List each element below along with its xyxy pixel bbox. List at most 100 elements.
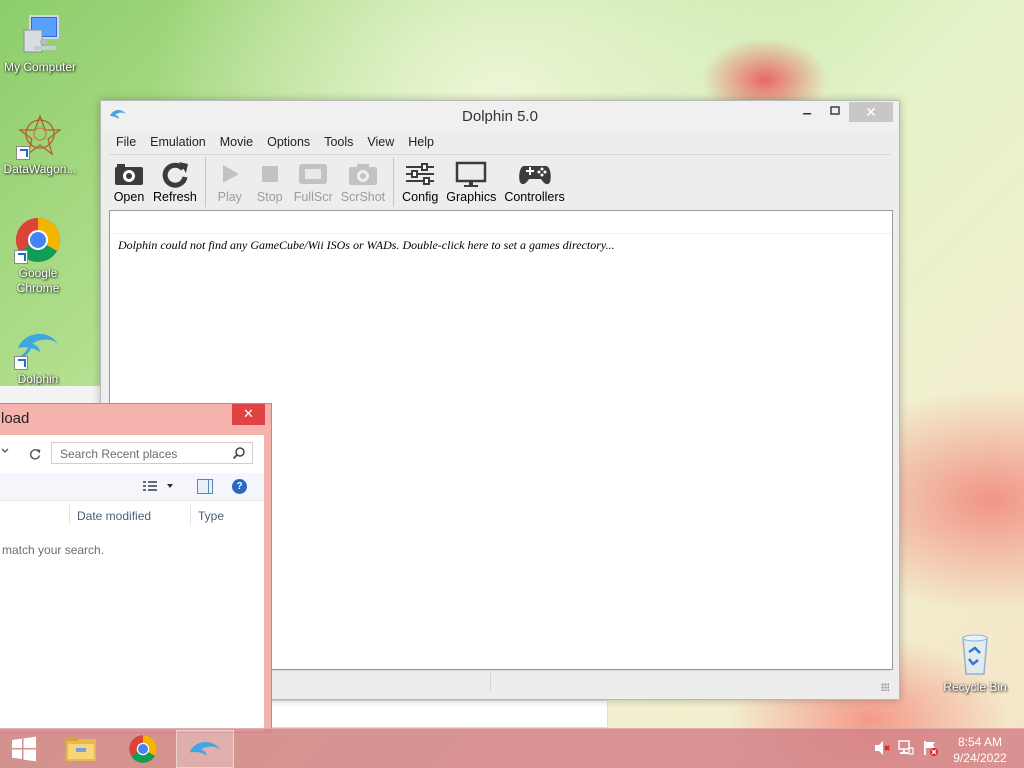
desktop-icon-label: Dolphin (17, 372, 59, 386)
column-header-date-modified[interactable]: Date modified (77, 509, 151, 523)
dialog-close-button[interactable]: ✕ (232, 404, 265, 425)
chrome-icon (14, 216, 62, 264)
config-label: Config (402, 190, 439, 204)
play-button[interactable]: Play (210, 155, 250, 209)
dolphin-icon (189, 742, 221, 756)
graphics-label: Graphics (446, 190, 497, 204)
address-bar-controls (0, 439, 41, 467)
desktop-icon-dolphin[interactable]: Dolphin (0, 322, 78, 387)
toolbar-separator (204, 157, 206, 207)
taskbar-file-explorer[interactable] (52, 730, 110, 768)
close-button[interactable]: ✕ (849, 102, 893, 122)
toolbar: Open Refresh Play Stop FullScr ScrShot C… (109, 154, 891, 210)
refresh-icon (162, 162, 188, 188)
column-divider[interactable] (69, 505, 70, 525)
column-header-type[interactable]: Type (198, 509, 224, 523)
empty-search-message: ns match your search. (0, 543, 105, 557)
refresh-button[interactable]: Refresh (149, 155, 201, 209)
menu-tools[interactable]: Tools (317, 135, 360, 149)
taskbar-google-chrome[interactable] (114, 730, 172, 768)
window-title: Dolphin 5.0 (462, 108, 538, 125)
menu-view[interactable]: View (360, 135, 401, 149)
fullscreen-icon (299, 164, 328, 184)
stop-button[interactable]: Stop (250, 155, 290, 209)
shortcut-arrow-icon (14, 356, 28, 370)
fullscreen-label: FullScr (293, 190, 333, 204)
shortcut-arrow-icon (16, 146, 30, 160)
background-window-edge (270, 700, 608, 728)
screenshot-icon (348, 164, 377, 185)
play-label: Play (217, 190, 242, 204)
chevron-down-icon[interactable] (1, 447, 9, 455)
fullscreen-button[interactable]: FullScr (290, 155, 337, 209)
help-icon[interactable]: ? (232, 479, 247, 494)
config-button[interactable]: Config (398, 155, 442, 209)
stop-icon (261, 166, 278, 182)
desktop-icon-recycle-bin[interactable]: Recycle Bin (935, 630, 1015, 695)
desktop-icon-my-computer[interactable]: My Computer (0, 10, 80, 75)
command-bar: ? (0, 473, 264, 501)
view-options-icon[interactable] (143, 480, 175, 492)
shortcut-arrow-icon (14, 250, 28, 264)
desktop-icon-google-chrome[interactable]: Google Chrome (0, 216, 78, 296)
minimize-icon (803, 113, 811, 115)
desktop-icon-datawagon[interactable]: DataWagon... (0, 112, 80, 177)
dialog-title-bar[interactable]: load ✕ (0, 404, 271, 435)
menu-options[interactable]: Options (260, 135, 317, 149)
desktop-icon-label: Recycle Bin (943, 680, 1007, 694)
play-icon (222, 165, 239, 183)
refresh-label: Refresh (153, 190, 197, 204)
desktop-icon-label: My Computer (3, 60, 77, 74)
clock-time: 8:54 AM (957, 735, 1003, 749)
graphics-button[interactable]: Graphics (442, 155, 500, 209)
computer-icon (16, 10, 64, 58)
game-list-header-line (110, 233, 892, 234)
taskbar: 8:54 AM 9/24/2022 (0, 728, 1024, 768)
taskbar-dolphin[interactable] (176, 730, 234, 768)
no-games-message[interactable]: Dolphin could not find any GameCube/Wii … (118, 238, 615, 253)
windows-logo-icon (12, 736, 36, 762)
dialog-title: load (1, 410, 30, 427)
resize-grip-icon[interactable] (881, 683, 889, 691)
network-icon[interactable] (897, 739, 915, 757)
system-clock[interactable]: 8:54 AM 9/24/2022 (945, 734, 1015, 766)
close-icon: ✕ (243, 406, 254, 421)
preview-pane-icon[interactable] (197, 479, 213, 494)
menu-emulation[interactable]: Emulation (143, 135, 213, 149)
search-icon[interactable] (232, 446, 246, 460)
minimize-button[interactable] (799, 102, 815, 122)
screenshot-label: ScrShot (340, 190, 386, 204)
controllers-label: Controllers (504, 190, 565, 204)
recycle-bin-icon (951, 630, 999, 678)
dolphin-icon (14, 322, 62, 370)
maximize-icon (830, 106, 840, 115)
menu-bar: File Emulation Movie Options Tools View … (109, 131, 891, 153)
controllers-button[interactable]: Controllers (500, 155, 568, 209)
datawagon-icon (16, 112, 64, 160)
open-label: Open (113, 190, 145, 204)
folder-icon (66, 737, 96, 761)
column-divider[interactable] (190, 505, 191, 525)
close-icon: ✕ (865, 104, 877, 120)
config-sliders-icon (406, 163, 435, 185)
background-window-edge (0, 386, 100, 404)
chrome-icon (129, 735, 157, 763)
clock-date: 9/24/2022 (953, 751, 1007, 765)
volume-muted-icon[interactable] (873, 739, 891, 757)
refresh-icon[interactable] (28, 447, 42, 461)
search-input[interactable]: Search Recent places (51, 442, 253, 464)
open-button[interactable]: Open (109, 155, 149, 209)
monitor-icon (456, 161, 487, 187)
toolbar-separator (393, 157, 395, 207)
gamepad-icon (518, 166, 551, 185)
maximize-button[interactable] (827, 102, 843, 122)
title-bar[interactable]: Dolphin 5.0 ✕ (101, 101, 899, 131)
stop-label: Stop (256, 190, 283, 204)
menu-movie[interactable]: Movie (213, 135, 260, 149)
start-button[interactable] (0, 730, 48, 768)
action-center-flag-icon[interactable] (921, 739, 939, 757)
menu-file[interactable]: File (109, 135, 143, 149)
desktop-icon-label: DataWagon... (3, 162, 77, 176)
screenshot-button[interactable]: ScrShot (337, 155, 389, 209)
menu-help[interactable]: Help (401, 135, 441, 149)
